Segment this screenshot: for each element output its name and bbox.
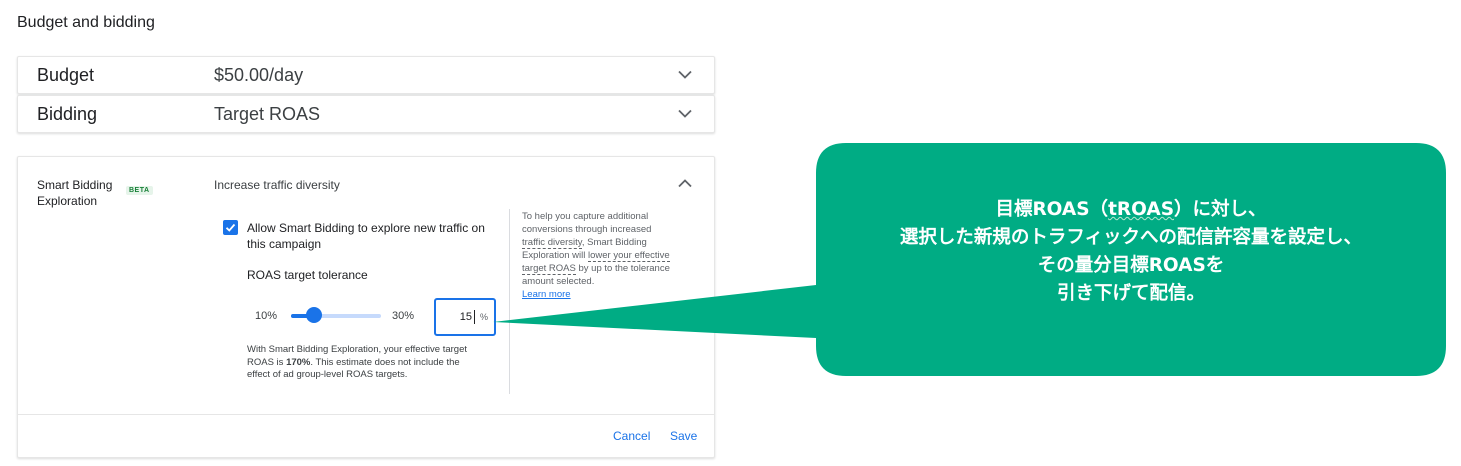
- tolerance-input[interactable]: [442, 311, 472, 323]
- chevron-up-icon[interactable]: [678, 179, 692, 188]
- budget-value: $50.00/day: [214, 64, 304, 85]
- explore-checkbox-label: Allow Smart Bidding to explore new traff…: [247, 221, 485, 251]
- callout-troas: tROAS: [1108, 199, 1175, 220]
- beta-badge: BETA: [126, 186, 153, 195]
- section-title: Budget and bidding: [17, 14, 155, 31]
- exploration-label: Smart Bidding Exploration: [37, 178, 113, 208]
- callout-line-3: その量分目標ROASを: [1037, 255, 1225, 276]
- explore-checkbox[interactable]: [223, 220, 238, 235]
- learn-more-link[interactable]: Learn more: [522, 289, 571, 300]
- percent-unit: %: [479, 312, 488, 322]
- estimate-text: With Smart Bidding Exploration, your eff…: [247, 344, 475, 382]
- help-text: To help you capture additional conversio…: [522, 210, 672, 301]
- bidding-value: Target ROAS: [214, 103, 321, 124]
- text-caret: [474, 310, 475, 324]
- smart-bidding-exploration-panel: Smart Bidding Exploration BETA Increase …: [17, 156, 715, 458]
- estimate-value: 170%: [286, 356, 311, 368]
- callout-line1-post: ）に対し、: [1174, 199, 1267, 220]
- tolerance-slider-track[interactable]: [291, 314, 381, 318]
- chevron-down-icon[interactable]: [678, 70, 692, 79]
- exploration-summary: Increase traffic diversity: [214, 178, 340, 192]
- vertical-divider: [509, 209, 510, 394]
- tolerance-slider-thumb[interactable]: [305, 307, 322, 323]
- save-button[interactable]: Save: [670, 429, 697, 443]
- help-part1: To help you capture additional conversio…: [522, 211, 652, 235]
- slider-max-label: 30%: [392, 310, 415, 322]
- slider-min-label: 10%: [255, 310, 278, 322]
- budget-row[interactable]: Budget $50.00/day: [17, 56, 715, 94]
- footer-divider: [18, 414, 714, 415]
- bidding-row[interactable]: Bidding Target ROAS: [17, 95, 715, 133]
- chevron-down-icon[interactable]: [678, 109, 692, 118]
- callout-line-1: 目標ROAS（tROAS）に対し、: [816, 196, 1446, 224]
- bidding-label: Bidding: [37, 103, 98, 124]
- callout-line-2: 選択した新規のトラフィックへの配信許容量を設定し、: [899, 227, 1363, 248]
- tolerance-label: ROAS target tolerance: [247, 268, 368, 282]
- callout-line-4: 引き下げて配信。: [1056, 283, 1205, 304]
- callout-line1-pre: 目標ROAS（: [995, 199, 1109, 220]
- callout-text: 目標ROAS（tROAS）に対し、 選択した新規のトラフィックへの配信許容量を設…: [816, 196, 1446, 308]
- traffic-diversity-term[interactable]: traffic diversity: [522, 237, 582, 249]
- tolerance-input-box[interactable]: %: [434, 298, 496, 336]
- cancel-button[interactable]: Cancel: [613, 429, 650, 443]
- budget-label: Budget: [37, 64, 95, 85]
